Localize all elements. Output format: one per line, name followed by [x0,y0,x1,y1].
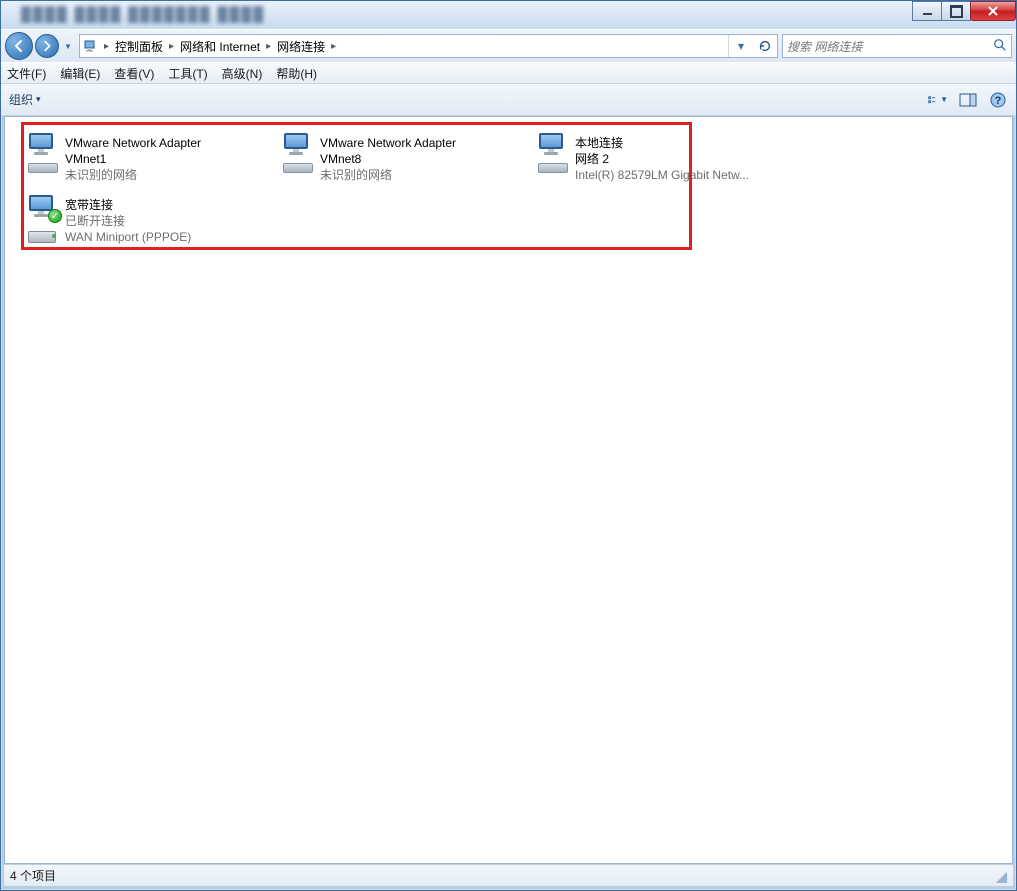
help-button[interactable]: ? [988,90,1008,110]
titlebar[interactable]: ████ ████ ███████ ████ [1,1,1016,29]
connection-icon [531,133,575,173]
nic-chip-icon [538,163,568,173]
connection-icon [21,133,65,173]
preview-pane-icon [959,93,977,107]
connection-item-vmnet8[interactable]: VMware Network Adapter VMnet8 未识别的网络 [274,129,529,187]
help-icon: ? [990,92,1006,108]
connection-name: VMnet8 [320,151,456,167]
view-options-icon [928,92,938,108]
breadcrumb-sep[interactable]: ▸ [165,41,178,52]
toolbar-right: ▼ ? [928,90,1008,110]
menu-edit[interactable]: 编辑(E) [60,65,100,82]
back-button[interactable] [5,32,33,60]
menu-file[interactable]: 文件(F) [7,65,46,82]
connection-device: WAN Miniport (PPPOE) [65,229,191,245]
connection-status: 未识别的网络 [320,167,456,183]
connection-item-vmnet1[interactable]: VMware Network Adapter VMnet1 未识别的网络 [19,129,274,187]
search-input[interactable]: 搜索 网络连接 [782,34,1012,58]
toolbar: 组织 ▾ ▼ ? [1,84,1016,116]
refresh-icon [758,39,772,53]
breadcrumb-sep[interactable]: ▸ [327,41,340,52]
address-bar[interactable]: ▸ 控制面板 ▸ 网络和 Internet ▸ 网络连接 ▸ ▾ [79,34,778,58]
nic-chip-icon [283,163,313,173]
breadcrumb-network-connections[interactable]: 网络连接 [275,38,327,55]
connection-item-broadband[interactable]: ✓ 宽带连接 已断开连接 WAN Miniport (PPPOE) [19,191,274,249]
refresh-button[interactable] [753,35,777,57]
forward-button[interactable] [35,34,59,58]
arrow-left-icon [12,39,26,53]
network-adapter-icon [26,133,60,159]
network-adapter-icon [536,133,570,159]
menu-advanced[interactable]: 高级(N) [222,65,263,82]
address-actions: ▾ [728,35,777,57]
connection-status: Intel(R) 82579LM Gigabit Netw... [575,167,749,183]
status-text: 4 个项目 [10,867,56,884]
titlebar-text: ████ ████ ███████ ████ [21,6,521,24]
network-adapter-icon: ✓ [26,195,60,221]
check-badge-icon: ✓ [48,209,62,223]
chevron-down-icon: ▾ [36,94,41,105]
menu-help[interactable]: 帮助(H) [276,65,317,82]
window-buttons [913,1,1016,21]
search-placeholder: 搜索 网络连接 [787,38,862,55]
minimize-button[interactable] [912,1,942,21]
network-connections-icon [82,37,100,55]
connection-name: VMnet1 [65,151,201,167]
connection-title: VMware Network Adapter [65,135,201,151]
connection-icon [276,133,320,173]
connection-icon: ✓ [21,195,65,249]
breadcrumb-sep[interactable]: ▸ [100,41,113,52]
breadcrumb-network-internet[interactable]: 网络和 Internet [178,38,262,55]
maximize-button[interactable] [941,1,971,21]
connection-status: 未识别的网络 [65,167,201,183]
network-adapter-icon [281,133,315,159]
breadcrumb-control-panel[interactable]: 控制面板 [113,38,165,55]
organize-button[interactable]: 组织 ▾ [9,91,41,108]
content-area[interactable]: VMware Network Adapter VMnet1 未识别的网络 VMw… [4,116,1013,864]
statusbar: 4 个项目 [4,864,1013,886]
connection-title: 本地连接 [575,135,749,151]
address-dropdown-button[interactable]: ▾ [729,35,753,57]
connection-item-local[interactable]: 本地连接 网络 2 Intel(R) 82579LM Gigabit Netw.… [529,129,784,187]
navbar: ▼ ▸ 控制面板 ▸ 网络和 Internet ▸ 网络连接 ▸ ▾ [1,29,1016,62]
organize-label: 组织 [9,91,33,108]
svg-text:?: ? [995,95,1002,107]
connection-status: 已断开连接 [65,213,191,229]
nic-chip-icon [28,163,58,173]
menu-tools[interactable]: 工具(T) [168,65,207,82]
change-view-button[interactable]: ▼ [928,90,948,110]
resize-grip[interactable] [993,869,1007,883]
breadcrumb-sep[interactable]: ▸ [262,41,275,52]
close-button[interactable] [970,1,1016,21]
chevron-down-icon: ▼ [940,95,948,104]
connection-name: 网络 2 [575,151,749,167]
close-icon [987,5,999,17]
connections-grid: VMware Network Adapter VMnet1 未识别的网络 VMw… [5,117,1012,261]
preview-pane-button[interactable] [958,90,978,110]
connection-title: 宽带连接 [65,197,191,213]
menubar: 文件(F) 编辑(E) 查看(V) 工具(T) 高级(N) 帮助(H) [1,62,1016,84]
modem-icon [26,223,60,249]
arrow-right-icon [41,40,53,52]
search-icon[interactable] [993,38,1007,55]
menu-view[interactable]: 查看(V) [114,65,154,82]
explorer-window: ████ ████ ███████ ████ ▼ [0,0,1017,891]
connection-title: VMware Network Adapter [320,135,456,151]
recent-locations-button[interactable]: ▼ [61,37,75,55]
